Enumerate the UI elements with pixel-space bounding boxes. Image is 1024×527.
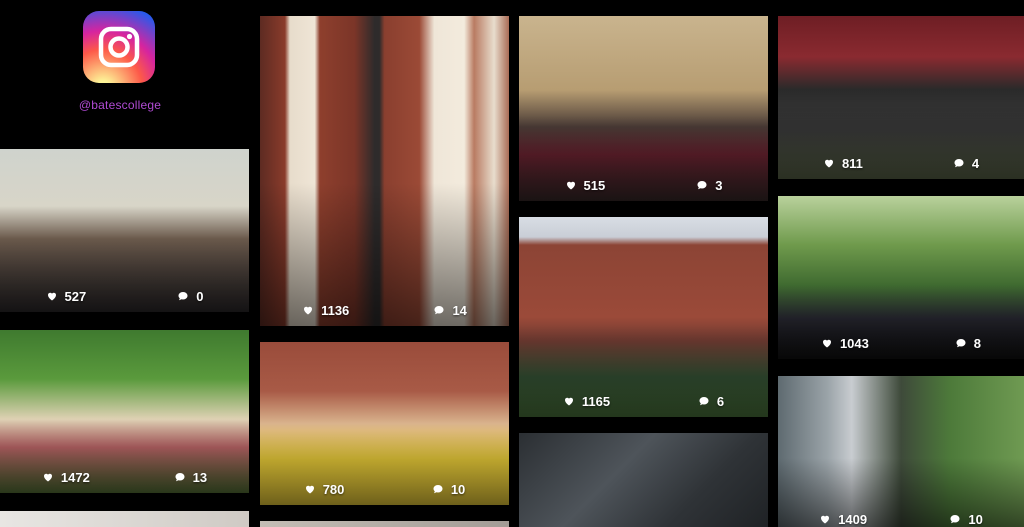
comment-icon [178,292,188,301]
heart-icon [564,397,573,406]
comment-icon [697,181,707,190]
comment-count: 4 [971,155,980,171]
like-count: 780 [322,481,345,497]
profile-handle[interactable]: @batescollege [0,98,240,112]
heart-icon [821,515,830,524]
post-tile-hopeful-sign[interactable]: 1165 6 [519,217,768,417]
heart-icon [566,181,575,190]
comment-count: 8 [973,335,982,351]
comment-count: 10 [450,481,466,497]
post-tile-soccer[interactable]: 811 4 [778,16,1024,179]
like-count: 811 [841,155,863,171]
comment-count: 6 [716,393,725,409]
post-tile-blurred[interactable] [519,433,768,527]
comment-icon [956,339,966,348]
comment-icon [950,515,960,524]
comment-count: 0 [196,288,204,304]
like-count: 527 [64,288,87,304]
comment-icon [175,473,185,482]
heart-icon [47,292,56,301]
heart-icon [822,339,831,348]
comment-count: 14 [452,302,467,318]
post-tile-partial[interactable] [0,511,249,527]
like-count: 1165 [581,393,611,409]
comment-icon [433,485,443,494]
like-count: 1043 [839,335,869,351]
heart-icon [305,485,314,494]
post-stats: 1165 6 [519,393,768,409]
post-image [0,511,249,527]
instagram-icon[interactable] [83,11,155,83]
post-tile-ice-bucket[interactable]: 1472 13 [0,330,249,493]
post-stats: 1472 13 [0,469,249,485]
post-tile-classroom[interactable]: 527 0 [0,149,249,312]
comment-count: 3 [715,177,723,193]
post-stats: 1043 8 [778,335,1024,351]
like-count: 515 [583,177,606,193]
post-stats: 780 10 [260,481,509,497]
post-image [519,433,768,527]
post-tile-gallery[interactable]: 515 3 [519,16,768,201]
comment-count: 13 [192,469,208,485]
heart-icon [824,159,833,168]
post-stats: 1136 14 [260,302,509,318]
heart-icon [304,306,313,315]
like-count: 1409 [838,511,868,527]
post-image [260,521,509,527]
post-stats: 527 0 [0,288,249,304]
like-count: 1136 [321,302,350,318]
post-tile-move-in[interactable]: 1409 10 [778,376,1024,527]
post-stats: 515 3 [519,177,768,193]
post-tile-lamp-post[interactable]: 1136 14 [260,16,509,326]
comment-icon [434,306,444,315]
post-stats: 811 4 [778,155,1024,171]
post-stats: 1409 10 [778,511,1024,527]
comment-icon [954,159,964,168]
heart-icon [43,473,52,482]
post-tile-graduation[interactable]: 1043 8 [778,196,1024,359]
comment-icon [699,397,709,406]
post-tile-yellow-shirts[interactable]: 780 10 [260,342,509,505]
post-tile-partial[interactable] [260,521,509,527]
like-count: 1472 [60,469,90,485]
comment-count: 10 [968,511,983,527]
